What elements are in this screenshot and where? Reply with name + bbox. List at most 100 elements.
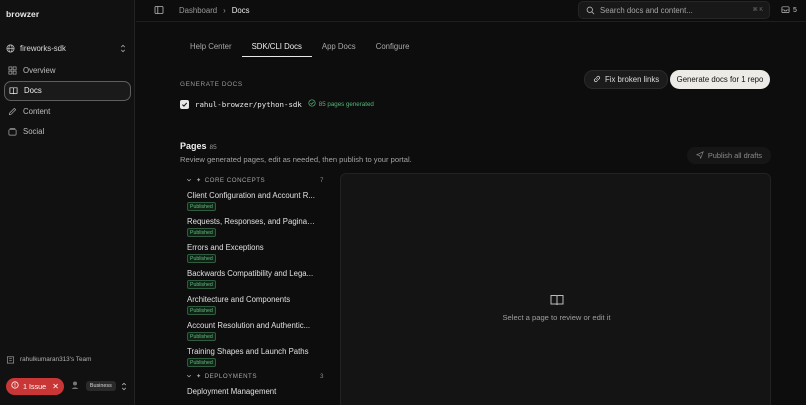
repo-name: rahul-browzer/python-sdk [195, 99, 302, 109]
stack-icon [8, 127, 17, 136]
chevron-down-icon [186, 177, 193, 183]
close-icon[interactable]: ✕ [52, 382, 59, 391]
building-icon [6, 355, 15, 364]
sidebar-item-social[interactable]: Social [4, 122, 131, 143]
notifications-button[interactable]: 5 [781, 5, 797, 16]
sparkle-icon: ✦ [196, 372, 202, 380]
page-title: Training Shapes and Launch Paths [187, 347, 309, 356]
globe-icon [6, 43, 15, 53]
group-name: DEPLOYMENTS [204, 372, 257, 380]
sidebar-item-docs[interactable]: Docs [4, 80, 131, 101]
sidebar-item-label: Overview [23, 65, 56, 75]
issue-label: 1 Issue [23, 381, 47, 391]
group-header-core-concepts[interactable]: ✦ CORE CONCEPTS 7 [180, 173, 330, 187]
chevron-down-icon [186, 373, 193, 379]
book-icon [9, 86, 18, 95]
fix-broken-links-label: Fix broken links [605, 75, 660, 84]
list-item[interactable]: Account Resolution and Authentic... Publ… [180, 317, 330, 343]
issue-badge[interactable]: 1 Issue ✕ [6, 377, 64, 395]
list-item[interactable]: Architecture and Components Published [180, 291, 330, 317]
publish-all-drafts-button[interactable]: Publish all drafts [687, 147, 771, 164]
pages-list: ✦ CORE CONCEPTS 7 Client Configuration a… [180, 173, 330, 405]
empty-state-message: Select a page to review or edit it [502, 313, 611, 322]
group-count: 3 [320, 372, 324, 380]
status-badge: Published [187, 358, 216, 367]
generate-docs-button[interactable]: Generate docs for 1 repo [670, 70, 770, 89]
tab-sdk-cli-docs[interactable]: SDK/CLI Docs [241, 35, 313, 57]
breadcrumb-current: Docs [231, 6, 250, 15]
sidebar-item-label: Social [23, 127, 45, 137]
grid-icon [8, 66, 17, 75]
sidebar-item-overview[interactable]: Overview [4, 60, 131, 81]
top-bar: Dashboard › Docs Search docs and content… [136, 0, 806, 22]
breadcrumb-dashboard[interactable]: Dashboard [179, 6, 217, 15]
sidebar-item-label: Content [23, 106, 51, 116]
tab-configure[interactable]: Configure [366, 35, 420, 57]
inbox-icon [781, 5, 790, 16]
page-title: Client Configuration and Account R... [187, 191, 315, 200]
project-name: fireworks-sdk [20, 43, 66, 53]
group-name: CORE CONCEPTS [204, 176, 266, 184]
send-icon [695, 150, 704, 161]
page-title: Errors and Exceptions [187, 243, 264, 252]
brand-logo[interactable]: browzer [6, 9, 39, 19]
page-title: Backwards Compatibility and Lega... [187, 269, 314, 278]
list-item[interactable]: Requests, Responses, and Paginati... Pub… [180, 213, 330, 239]
search-icon [586, 6, 595, 15]
pages-title: Pages [180, 141, 207, 151]
notification-count: 5 [793, 7, 797, 14]
publish-all-drafts-label: Publish all drafts [707, 151, 763, 160]
status-badge: Published [187, 306, 216, 315]
page-title: Account Resolution and Authentic... [187, 321, 311, 330]
status-badge: Published [187, 280, 216, 289]
tab-help-center[interactable]: Help Center [180, 35, 242, 57]
status-badge: Published [187, 202, 216, 211]
group-count: 7 [320, 176, 324, 184]
docs-tabs: Help Center SDK/CLI Docs App Docs Config… [180, 35, 420, 57]
alert-icon [11, 381, 19, 391]
page-preview-panel: Select a page to review or edit it [340, 173, 771, 405]
project-switcher[interactable]: fireworks-sdk [6, 41, 127, 55]
chevron-updown-icon [119, 43, 127, 53]
sidebar: browzer fireworks-sdk Overview Docs Cont… [0, 0, 135, 405]
list-item[interactable]: Errors and Exceptions Published [180, 239, 330, 265]
avatar[interactable] [70, 380, 82, 392]
status-badge: Published [187, 254, 216, 263]
search-shortcut: ⌘ K [752, 7, 763, 13]
link-icon [593, 75, 601, 85]
page-title: Deployment Management [187, 387, 277, 396]
sidebar-item-label: Docs [24, 86, 42, 96]
sidebar-toggle-icon[interactable] [154, 5, 164, 15]
sidebar-item-content[interactable]: Content [4, 101, 131, 122]
repo-checkbox[interactable] [180, 99, 189, 109]
pencil-icon [8, 107, 17, 116]
tab-app-docs[interactable]: App Docs [312, 35, 366, 57]
group-header-deployments[interactable]: ✦ DEPLOYMENTS 3 [180, 369, 330, 383]
chevron-updown-icon[interactable] [120, 381, 128, 391]
generation-status-text: 85 pages generated [318, 100, 374, 108]
fix-broken-links-button[interactable]: Fix broken links [584, 70, 669, 89]
pages-count: 85 [209, 144, 217, 151]
repo-row: rahul-browzer/python-sdk 85 pages genera… [180, 99, 374, 109]
pages-description: Review generated pages, edit as needed, … [180, 155, 412, 164]
page-title: Requests, Responses, and Paginati... [187, 217, 317, 226]
check-circle-icon [308, 99, 316, 109]
generation-status: 85 pages generated [308, 99, 374, 109]
list-item[interactable]: Deployment Management [180, 383, 330, 405]
open-book-icon [550, 294, 564, 306]
page-title: Architecture and Components [187, 295, 291, 304]
list-item[interactable]: Backwards Compatibility and Lega... Publ… [180, 265, 330, 291]
list-item[interactable]: Training Shapes and Launch Paths Publish… [180, 343, 330, 369]
plan-badge: Business [85, 381, 116, 391]
sparkle-icon: ✦ [196, 176, 202, 184]
search-input[interactable]: Search docs and content... ⌘ K [578, 1, 770, 19]
team-switcher[interactable]: rahulkumaran313's Team [6, 355, 91, 364]
pages-heading: Pages 85 [180, 141, 217, 151]
sidebar-nav: Overview Docs Content Social [0, 60, 135, 142]
breadcrumb: Dashboard › Docs [179, 6, 250, 15]
search-placeholder: Search docs and content... [600, 5, 693, 15]
generate-docs-heading: GENERATE DOCS [180, 81, 243, 88]
breadcrumb-separator: › [223, 6, 226, 15]
status-badge: Published [187, 332, 216, 341]
list-item[interactable]: Client Configuration and Account R... Pu… [180, 187, 330, 213]
